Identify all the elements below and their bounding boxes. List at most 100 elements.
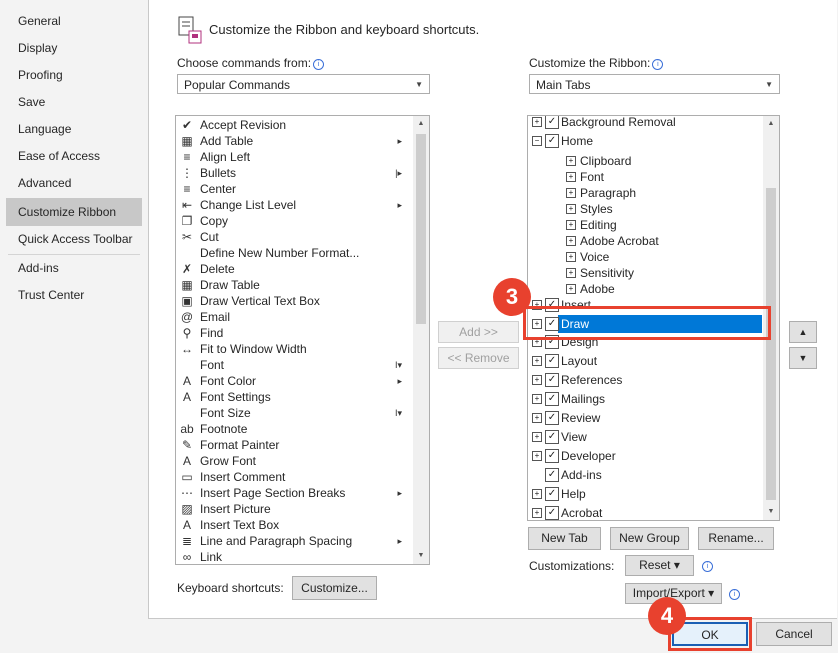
expand-icon[interactable]: + bbox=[532, 375, 542, 385]
command-item[interactable]: A Font Settings bbox=[180, 389, 406, 405]
reset-button[interactable]: Reset ▾ bbox=[625, 555, 694, 576]
command-item[interactable]: ∞ Link bbox=[180, 549, 406, 564]
add-button[interactable]: Add >> bbox=[438, 321, 519, 343]
command-item[interactable]: ⇤ Change List Level ▸ bbox=[180, 197, 406, 213]
sidebar-item-display[interactable]: Display bbox=[18, 37, 57, 59]
expand-icon[interactable]: + bbox=[532, 432, 542, 442]
new-group-button[interactable]: New Group bbox=[610, 527, 689, 550]
command-item[interactable]: ≡ Center bbox=[180, 181, 406, 197]
command-item[interactable]: ab Footnote bbox=[180, 421, 406, 437]
info-icon[interactable]: i bbox=[652, 59, 664, 70]
ribbon-tree-item[interactable]: + ✓ References bbox=[528, 371, 764, 389]
command-item[interactable]: ▦ Add Table ▸ bbox=[180, 133, 406, 149]
remove-button[interactable]: << Remove bbox=[438, 347, 519, 369]
expand-icon[interactable]: + bbox=[566, 156, 576, 166]
checkbox[interactable]: ✓ bbox=[545, 392, 559, 406]
customize-shortcuts-button[interactable]: Customize... bbox=[292, 576, 377, 600]
checkbox[interactable]: ✓ bbox=[545, 449, 559, 463]
expand-icon[interactable]: + bbox=[566, 284, 576, 294]
command-item[interactable]: @ Email bbox=[180, 309, 406, 325]
command-item[interactable]: A Font Color ▸ bbox=[180, 373, 406, 389]
ribbon-tabs-dropdown[interactable]: Main Tabs ▼ bbox=[529, 74, 780, 94]
command-item[interactable]: ✎ Format Painter bbox=[180, 437, 406, 453]
checkbox[interactable]: ✓ bbox=[545, 506, 559, 520]
scroll-down-icon[interactable]: ▼ bbox=[413, 548, 429, 564]
command-item[interactable]: ⋮ Bullets |▸ bbox=[180, 165, 406, 181]
expand-icon[interactable]: + bbox=[532, 451, 542, 461]
sidebar-item-save[interactable]: Save bbox=[18, 91, 45, 113]
sidebar-item-customize-ribbon[interactable]: Customize Ribbon bbox=[18, 201, 116, 223]
expand-icon[interactable]: + bbox=[566, 236, 576, 246]
checkbox[interactable]: ✓ bbox=[545, 468, 559, 482]
command-item[interactable]: ✗ Delete bbox=[180, 261, 406, 277]
move-up-button[interactable]: ▲ bbox=[789, 321, 817, 343]
command-item[interactable]: ✂ Cut bbox=[180, 229, 406, 245]
command-item[interactable]: Font I▾ bbox=[180, 357, 406, 373]
ribbon-tree-item[interactable]: + ✓ Layout bbox=[528, 352, 764, 370]
command-item[interactable]: A Grow Font bbox=[180, 453, 406, 469]
choose-commands-dropdown[interactable]: Popular Commands ▼ bbox=[177, 74, 430, 94]
command-item[interactable]: A Insert Text Box bbox=[180, 517, 406, 533]
sidebar-item-general[interactable]: General bbox=[18, 10, 61, 32]
scroll-up-icon[interactable]: ▲ bbox=[763, 116, 779, 132]
ribbon-tree-item[interactable]: ✓ Add-ins bbox=[528, 466, 764, 484]
scroll-down-icon[interactable]: ▼ bbox=[763, 504, 779, 520]
ribbon-tree-item[interactable]: − ✓ Home bbox=[528, 132, 764, 150]
expand-icon[interactable]: + bbox=[566, 220, 576, 230]
expand-icon[interactable]: + bbox=[532, 117, 542, 127]
scroll-up-icon[interactable]: ▲ bbox=[413, 116, 429, 132]
sidebar-item-quick-access-toolbar[interactable]: Quick Access Toolbar bbox=[18, 228, 133, 250]
ribbon-scroll-thumb[interactable] bbox=[766, 188, 776, 500]
checkbox[interactable]: ✓ bbox=[545, 411, 559, 425]
ribbon-tree-item[interactable]: + ✓ Mailings bbox=[528, 390, 764, 408]
expand-icon[interactable]: + bbox=[532, 394, 542, 404]
expand-icon[interactable]: + bbox=[532, 356, 542, 366]
checkbox[interactable]: ✓ bbox=[545, 116, 559, 129]
checkbox[interactable]: ✓ bbox=[545, 373, 559, 387]
sidebar-item-trust-center[interactable]: Trust Center bbox=[18, 284, 84, 306]
move-down-button[interactable]: ▼ bbox=[789, 347, 817, 369]
info-icon[interactable]: i bbox=[729, 589, 740, 600]
expand-icon[interactable]: + bbox=[566, 204, 576, 214]
checkbox[interactable]: ✓ bbox=[545, 354, 559, 368]
info-icon[interactable]: i bbox=[313, 59, 325, 70]
command-item[interactable]: ↔ Fit to Window Width bbox=[180, 341, 406, 357]
command-item[interactable]: Define New Number Format... bbox=[180, 245, 406, 261]
ribbon-tree-item[interactable]: + ✓ Help bbox=[528, 485, 764, 503]
ribbon-tree-item[interactable]: + ✓ Developer bbox=[528, 447, 764, 465]
expand-icon[interactable]: + bbox=[566, 172, 576, 182]
command-item[interactable]: ▭ Insert Comment bbox=[180, 469, 406, 485]
sidebar-item-add-ins[interactable]: Add-ins bbox=[18, 257, 59, 279]
expand-icon[interactable]: + bbox=[532, 489, 542, 499]
sidebar-item-advanced[interactable]: Advanced bbox=[18, 172, 71, 194]
command-item[interactable]: ≡ Align Left bbox=[180, 149, 406, 165]
sidebar-item-ease-of-access[interactable]: Ease of Access bbox=[18, 145, 100, 167]
checkbox[interactable]: ✓ bbox=[545, 487, 559, 501]
command-item[interactable]: ⋯ Insert Page Section Breaks ▸ bbox=[180, 485, 406, 501]
command-item[interactable]: ▦ Draw Table bbox=[180, 277, 406, 293]
command-item[interactable]: ≣ Line and Paragraph Spacing ▸ bbox=[180, 533, 406, 549]
commands-list[interactable]: ✔ Accept Revision ▦ Add Table ▸ ≡ Align Left ⋮ B… bbox=[175, 115, 430, 565]
cancel-button[interactable]: Cancel bbox=[756, 622, 832, 646]
checkbox[interactable]: ✓ bbox=[545, 430, 559, 444]
expand-icon[interactable]: + bbox=[566, 252, 576, 262]
commands-scrollbar[interactable]: ▲ ▼ bbox=[413, 116, 429, 564]
command-item[interactable]: ▣ Draw Vertical Text Box bbox=[180, 293, 406, 309]
expand-icon[interactable]: + bbox=[532, 413, 542, 423]
sidebar-item-proofing[interactable]: Proofing bbox=[18, 64, 63, 86]
command-item[interactable]: ⚲ Find bbox=[180, 325, 406, 341]
command-item[interactable]: ▨ Insert Picture bbox=[180, 501, 406, 517]
sidebar-item-language[interactable]: Language bbox=[18, 118, 71, 140]
commands-scroll-thumb[interactable] bbox=[416, 134, 426, 324]
expand-icon[interactable]: + bbox=[532, 508, 542, 518]
ribbon-tree-item[interactable]: + ✓ Background Removal bbox=[528, 116, 764, 131]
collapse-icon[interactable]: − bbox=[532, 136, 542, 146]
rename-button[interactable]: Rename... bbox=[698, 527, 774, 550]
checkbox[interactable]: ✓ bbox=[545, 134, 559, 148]
expand-icon[interactable]: + bbox=[566, 188, 576, 198]
ribbon-tree-item[interactable]: + ✓ View bbox=[528, 428, 764, 446]
ribbon-tree-item[interactable]: + ✓ Acrobat bbox=[528, 504, 764, 520]
expand-icon[interactable]: + bbox=[566, 268, 576, 278]
ribbon-tree-item[interactable]: + ✓ Review bbox=[528, 409, 764, 427]
info-icon[interactable]: i bbox=[702, 561, 713, 572]
